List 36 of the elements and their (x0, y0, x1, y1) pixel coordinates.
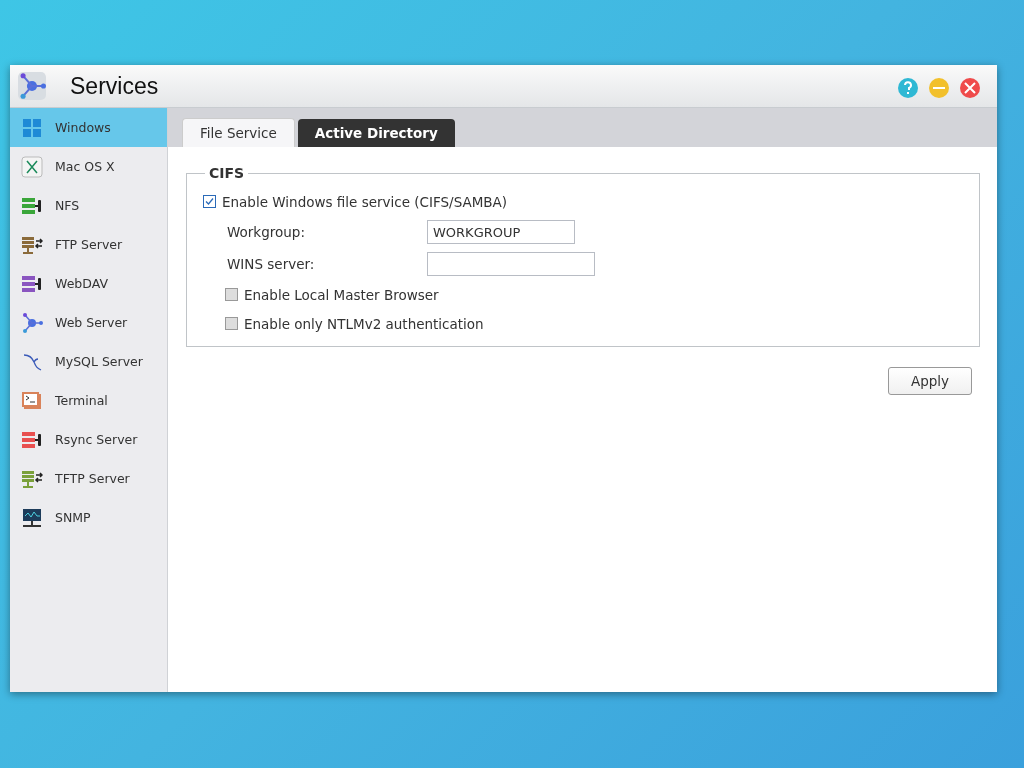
sidebar-item[interactable]: NFS (10, 186, 167, 225)
sidebar-item[interactable]: FTP Server (10, 225, 167, 264)
checkbox[interactable] (225, 317, 238, 330)
sidebar-item[interactable]: Terminal (10, 381, 167, 420)
checkbox-label: Enable Local Master Browser (244, 286, 439, 303)
checkmark-icon (204, 196, 215, 207)
app-icon (18, 72, 46, 100)
input-field[interactable] (427, 252, 595, 276)
sidebar-item[interactable]: WebDAV (10, 264, 167, 303)
checkbox-label: Enable Windows file service (CIFS/SAMBA) (222, 193, 508, 210)
close-icon[interactable] (959, 77, 981, 99)
terminal-icon (21, 389, 43, 412)
sidebar-item[interactable]: MySQL Server (10, 342, 167, 381)
field-label: Workgroup: (227, 224, 306, 240)
sidebar-item[interactable]: Windows (10, 108, 167, 147)
apply-button[interactable]: Apply (888, 367, 972, 395)
tab[interactable]: File Service (182, 118, 295, 147)
field-label: WINS server: (227, 256, 316, 272)
checkbox[interactable] (225, 288, 238, 301)
sidebar-item[interactable]: Rsync Server (10, 420, 167, 459)
sidebar-item[interactable]: SNMP (10, 498, 167, 537)
help-icon[interactable] (897, 77, 919, 99)
group-legend: CIFS (205, 165, 249, 181)
sidebar-item[interactable]: TFTP Server (10, 459, 167, 498)
sidebar-item[interactable]: Web Server (10, 303, 167, 342)
window-title: Services (70, 72, 160, 100)
x-letter-icon (21, 155, 43, 178)
checkbox[interactable] (203, 195, 216, 208)
checkbox-label: Enable only NTLMv2 authentication (244, 315, 484, 332)
window-panes-icon (21, 116, 43, 139)
input-field[interactable]: WORKGROUP (427, 220, 575, 244)
minimize-icon[interactable] (928, 77, 950, 99)
monitor-chart-icon (21, 506, 43, 529)
node-network-icon (21, 311, 43, 334)
sidebar-item[interactable]: Mac OS X (10, 147, 167, 186)
tab[interactable]: Active Directory (297, 119, 455, 147)
